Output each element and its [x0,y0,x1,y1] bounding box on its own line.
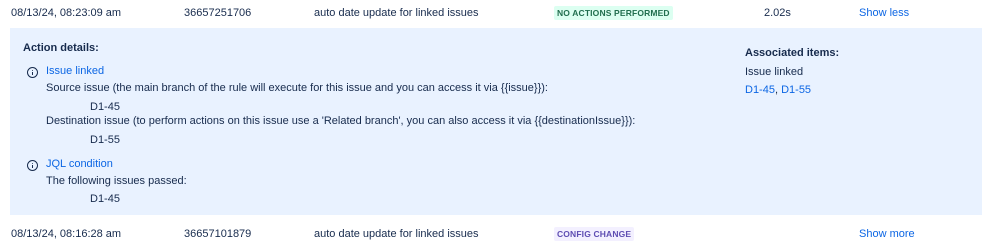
row-id: 36657101879 [184,228,252,240]
table-row: 08/13/24, 08:16:28 am 36657101879 auto d… [0,221,998,247]
associated-items-label: Issue linked [745,66,804,78]
associated-items-heading: Associated items: [745,47,840,59]
associated-issue-link[interactable]: D1-45 [745,84,775,96]
row-id: 36657251706 [184,7,252,19]
row-date: 08/13/24, 08:23:09 am [11,7,122,19]
destination-issue-text: Destination issue (to perform actions on… [46,115,636,127]
status-cell: NO ACTIONS PERFORMED [554,0,673,26]
action-details-panel: Action details: Issue linked Source issu… [10,28,982,215]
show-more-button[interactable]: Show more [859,221,915,247]
info-icon [27,67,38,78]
row-rule-name: auto date update for linked issues [314,7,479,19]
source-issue-key: D1-45 [90,101,120,113]
action-details-heading: Action details: [23,42,99,54]
status-badge: CONFIG CHANGE [554,227,635,242]
associated-issue-link[interactable]: D1-55 [781,84,811,96]
show-less-button[interactable]: Show less [859,0,909,26]
issue-linked-link[interactable]: Issue linked [46,64,104,78]
jql-passed-text: The following issues passed: [46,175,187,187]
info-icon [27,160,38,171]
row-duration: 2.02s [764,7,791,19]
row-rule-name: auto date update for linked issues [314,228,479,240]
source-issue-text: Source issue (the main branch of the rul… [46,82,548,94]
jql-condition-link[interactable]: JQL condition [46,157,113,171]
destination-issue-key: D1-55 [90,134,120,146]
status-cell: CONFIG CHANGE [554,221,635,247]
associated-items-links: D1-45, D1-55 [745,84,812,96]
jql-passed-issue-key: D1-45 [90,193,120,205]
row-date: 08/13/24, 08:16:28 am [11,228,122,240]
table-row: 08/13/24, 08:23:09 am 36657251706 auto d… [0,0,998,26]
status-badge: NO ACTIONS PERFORMED [554,6,673,21]
